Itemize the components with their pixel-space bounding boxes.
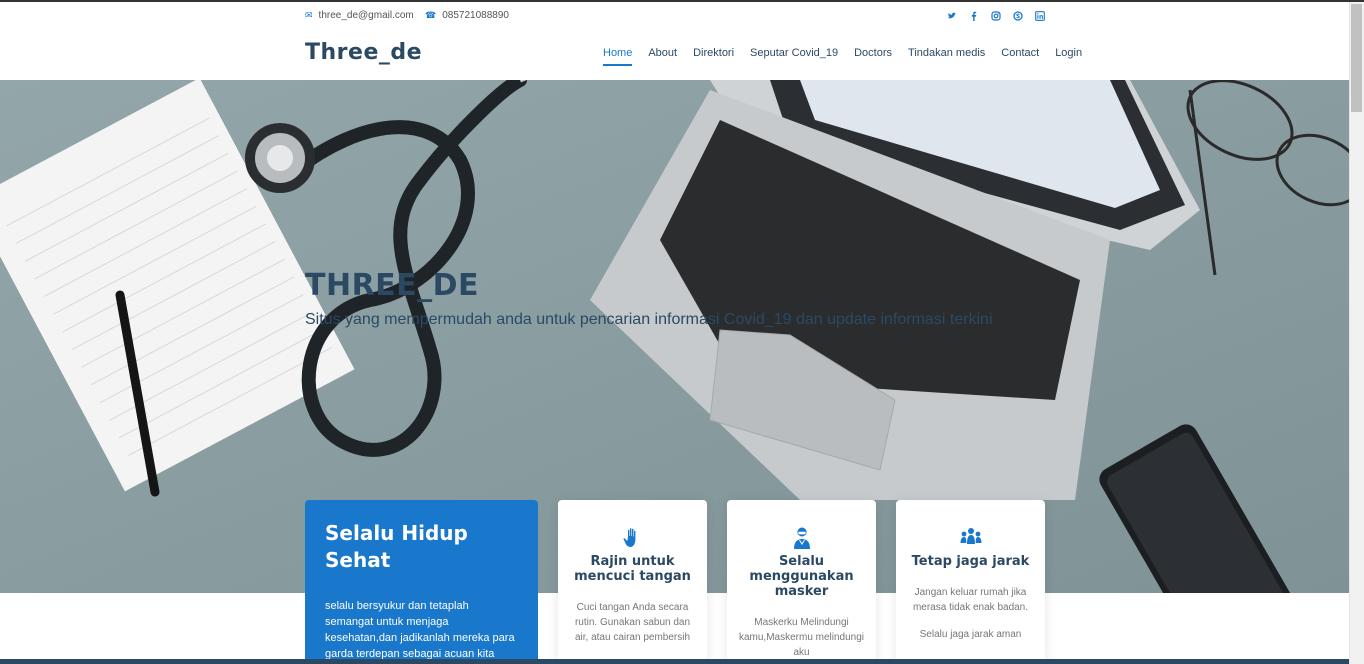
page: ✉ three_de@gmail.com ☎ 085721088890 Thre… [0,0,1364,664]
nav-item-tindakan-medis[interactable]: Tindakan medis [908,47,985,66]
social-links [946,11,1046,23]
nav-item-home[interactable]: Home [603,47,633,66]
why-us-title: Selalu Hidup Sehat [325,521,468,572]
hero-title: THREE_DE [305,268,480,303]
nav-item-about[interactable]: About [648,47,677,66]
linkedin-icon[interactable] [1034,11,1046,23]
taskbar-strip [0,659,1349,664]
email-text: three_de@gmail.com [318,10,414,21]
nav-item-doctors[interactable]: Doctors [854,47,892,66]
nav-item-direktori[interactable]: Direktori [693,47,734,66]
site-logo[interactable]: Three_de [305,40,422,65]
site-header: Three_de Home About Direktori Seputar Co… [0,32,1349,80]
nav-item-contact[interactable]: Contact [1001,47,1039,66]
icon-box-title: Rajin untuk mencuci tangan [574,554,691,584]
nav-item-login[interactable]: Login [1055,47,1082,66]
masked-person-icon [793,527,810,549]
icon-box-text: Jangan keluar rumah jika merasa tidak en… [912,587,1029,613]
email-contact[interactable]: ✉ three_de@gmail.com [305,10,414,21]
facebook-icon[interactable] [968,11,980,23]
instagram-icon[interactable] [990,11,1002,23]
hand-icon [623,528,635,547]
icon-box-title: Selalu menggunakan masker [749,554,854,599]
nav-item-seputar-covid[interactable]: Seputar Covid_19 [750,47,838,66]
why-us-box: Selalu Hidup Sehat selalu bersyukur dan … [305,500,538,664]
phone-contact[interactable]: ☎ 085721088890 [425,10,509,21]
icon-box-handwash: Rajin untuk mencuci tangan Cuci tangan A… [558,500,707,664]
skype-icon[interactable] [1012,11,1024,23]
hero-subtitle: Situs yang mempermudah anda untuk pencar… [305,311,993,328]
phone-icon: ☎ [425,10,437,20]
icon-box-mask: Selalu menggunakan masker Maskerku Melin… [727,500,876,664]
phone-text: 085721088890 [442,10,509,21]
top-contact-bar: ✉ three_de@gmail.com ☎ 085721088890 [0,2,1349,32]
people-group-icon [960,528,981,544]
main-nav: Home About Direktori Seputar Covid_19 Do… [603,47,1082,66]
envelope-icon: ✉ [305,10,313,20]
icon-box-text: Cuci tangan Anda secara rutin. Gunakan s… [574,602,691,643]
twitter-icon[interactable] [946,11,958,23]
icon-box-text: Maskerku Melindungi kamu,Maskermu melind… [738,617,865,658]
scrollbar-thumb[interactable] [1351,4,1362,112]
icon-box-text-extra: Selalu jaga jarak aman [919,629,1022,640]
icon-box-distance: Tetap jaga jarak Jangan keluar rumah jik… [896,500,1045,664]
icon-box-title: Tetap jaga jarak [911,554,1030,569]
why-us-text: selalu bersyukur dan tetaplah semangat u… [325,600,515,660]
